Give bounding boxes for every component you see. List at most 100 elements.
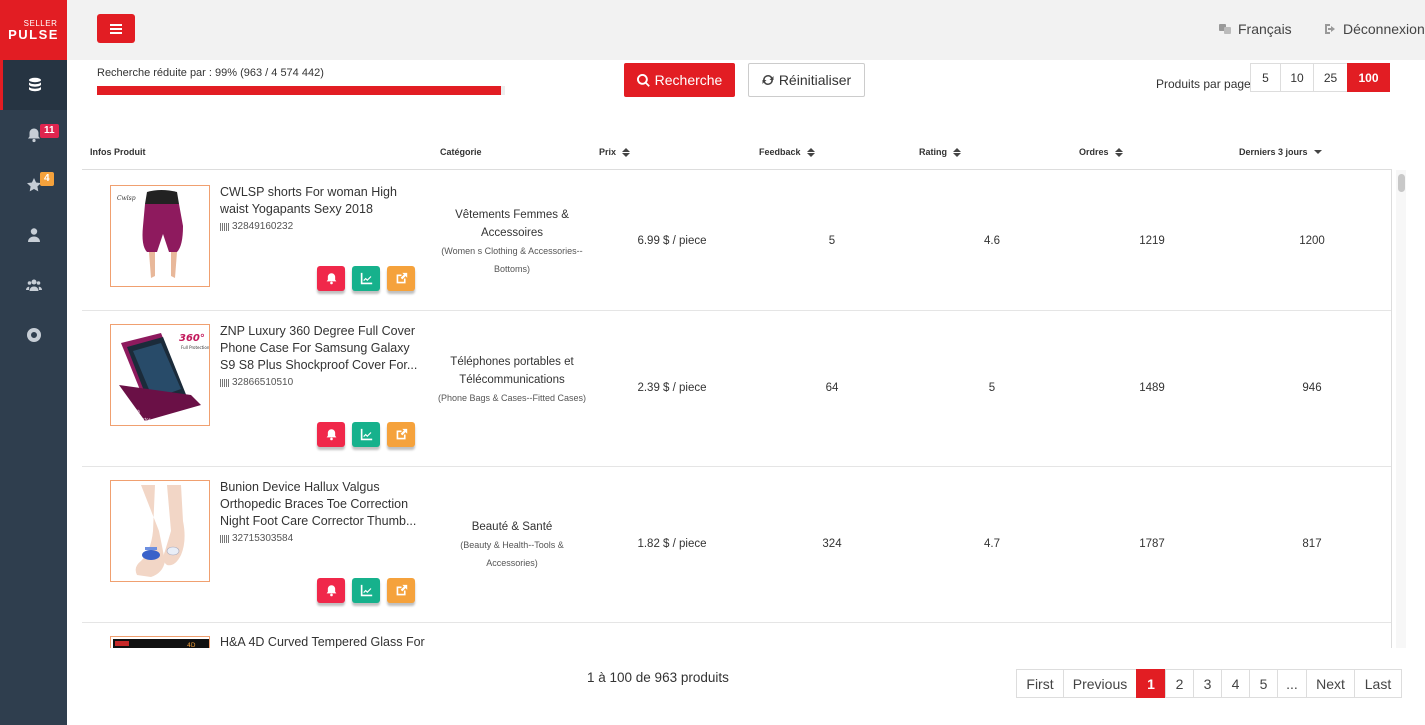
product-image[interactable]: 360° Full Protection With Screen Protect…	[110, 324, 210, 426]
barcode-icon	[220, 222, 229, 231]
reset-button[interactable]: Réinitialiser	[748, 63, 865, 97]
product-title[interactable]: Bunion Device Hallux Valgus Orthopedic B…	[220, 479, 425, 530]
category-path: (Women s Clothing & Accessories--Bottoms…	[441, 246, 583, 274]
page-1-button[interactable]: 1	[1136, 669, 1166, 698]
filter-progress-fill	[97, 86, 501, 95]
alert-button[interactable]	[317, 578, 345, 603]
per-page-option[interactable]: 25	[1313, 63, 1348, 92]
external-link-icon	[396, 272, 407, 284]
search-button[interactable]: Recherche	[624, 63, 735, 97]
per-page-option-selected[interactable]: 100	[1347, 63, 1390, 92]
language-icon	[1219, 24, 1231, 34]
product-id: 32715303584	[220, 533, 293, 544]
category-cell: Téléphones portables et Télécommunicatio…	[437, 353, 587, 407]
search-icon	[636, 73, 650, 87]
rating-cell: 4.7	[984, 538, 1000, 550]
table-scrollbar[interactable]	[1396, 170, 1406, 648]
sort-icon	[953, 147, 961, 157]
line-chart-icon	[360, 428, 372, 441]
orders-cell: 1787	[1139, 538, 1165, 550]
lifebuoy-icon	[26, 328, 41, 342]
external-link-icon	[396, 428, 407, 440]
open-link-button[interactable]	[387, 578, 415, 603]
bell-icon	[326, 429, 336, 441]
open-link-button[interactable]	[387, 266, 415, 291]
language-selector[interactable]: Français	[1219, 21, 1292, 37]
logout-label: Déconnexion	[1343, 21, 1425, 37]
line-chart-icon	[360, 584, 372, 597]
category-name: Vêtements Femmes & Accessoires	[455, 209, 569, 239]
pagination: First Previous 1 2 3 4 5 ... Next Last	[1016, 669, 1402, 698]
alert-button[interactable]	[317, 422, 345, 447]
alert-button[interactable]	[317, 266, 345, 291]
page-3-button[interactable]: 3	[1193, 669, 1222, 698]
product-thumbnail	[135, 485, 185, 577]
svg-text:Cwlsp: Cwlsp	[117, 195, 136, 202]
column-header-category: Catégorie	[440, 147, 482, 157]
per-page-option[interactable]: 5	[1250, 63, 1281, 92]
column-header-feedback[interactable]: Feedback	[759, 147, 815, 157]
sort-icon	[1114, 147, 1123, 157]
svg-text:Full Protection: Full Protection	[181, 345, 210, 350]
last-3-days-cell: 1200	[1299, 235, 1325, 247]
last-3-days-cell: 946	[1302, 382, 1322, 394]
topbar: Français Déconnexion	[67, 0, 1425, 60]
page-last-button[interactable]: Last	[1354, 669, 1402, 698]
page-first-button[interactable]: First	[1016, 669, 1064, 698]
page-5-button[interactable]: 5	[1249, 669, 1278, 698]
column-header-price[interactable]: Prix	[599, 147, 631, 157]
page-2-button[interactable]: 2	[1165, 669, 1194, 698]
column-header-rating[interactable]: Rating	[919, 147, 961, 157]
stats-button[interactable]	[352, 578, 380, 603]
database-icon	[29, 77, 41, 92]
menu-toggle-button[interactable]	[97, 14, 135, 43]
column-header-orders[interactable]: Ordres	[1079, 147, 1123, 157]
bell-icon	[326, 273, 336, 285]
sidebar-item-profile[interactable]	[0, 210, 67, 260]
page-ellipsis: ...	[1277, 669, 1307, 698]
price-cell: 6.99 $ / piece	[637, 235, 707, 247]
svg-text:360°: 360°	[179, 333, 205, 344]
product-id: 32849160232	[220, 221, 293, 232]
table-row: Bunion Device Hallux Valgus Orthopedic B…	[82, 467, 1391, 623]
column-header-product-info: Infos Produit	[90, 147, 146, 157]
table-header: Infos Produit Catégorie Prix Feedback Ra…	[82, 135, 1392, 170]
open-link-button[interactable]	[387, 422, 415, 447]
product-thumbnail: Cwlsp	[117, 190, 183, 278]
product-image[interactable]	[110, 480, 210, 582]
sidebar: SELLER PULSE 11 4	[0, 0, 67, 725]
refresh-icon	[762, 75, 774, 85]
product-title[interactable]: ZNP Luxury 360 Degree Full Cover Phone C…	[220, 323, 425, 374]
sort-icon	[806, 147, 815, 157]
scrollbar-thumb[interactable]	[1398, 174, 1405, 192]
product-image[interactable]: Cwlsp	[110, 185, 210, 287]
sidebar-item-database[interactable]	[0, 60, 67, 110]
logo[interactable]: SELLER PULSE	[0, 0, 67, 60]
line-chart-icon	[360, 272, 372, 285]
category-cell: Beauté & Santé (Beauty & Health--Tools &…	[437, 518, 587, 572]
category-path: (Beauty & Health--Tools & Accessories)	[460, 540, 564, 568]
sidebar-item-support[interactable]	[0, 310, 67, 360]
users-icon	[25, 279, 42, 291]
svg-text:With: With	[131, 409, 141, 414]
sort-icon	[622, 147, 631, 157]
per-page-option[interactable]: 10	[1280, 63, 1314, 92]
feedback-cell: 64	[825, 382, 839, 394]
logout-icon	[1325, 24, 1335, 34]
sidebar-item-team[interactable]	[0, 260, 67, 310]
category-path: (Phone Bags & Cases--Fitted Cases)	[437, 393, 587, 403]
product-title[interactable]: CWLSP shorts For woman High waist Yogapa…	[220, 184, 425, 218]
page-next-button[interactable]: Next	[1306, 669, 1355, 698]
column-header-last-3-days[interactable]: Derniers 3 jours	[1239, 147, 1322, 157]
sidebar-item-favorites[interactable]: 4	[0, 160, 67, 210]
orders-cell: 1489	[1139, 382, 1165, 394]
page-previous-button[interactable]: Previous	[1063, 669, 1137, 698]
stats-button[interactable]	[352, 422, 380, 447]
stats-button[interactable]	[352, 266, 380, 291]
page-4-button[interactable]: 4	[1221, 669, 1250, 698]
favorites-badge: 4	[40, 172, 54, 186]
logout-link[interactable]: Déconnexion	[1324, 21, 1425, 37]
product-image[interactable]: 4D	[110, 636, 210, 648]
sidebar-item-notifications[interactable]: 11	[0, 110, 67, 160]
product-title[interactable]: H&A 4D Curved Tempered Glass For	[220, 634, 425, 648]
